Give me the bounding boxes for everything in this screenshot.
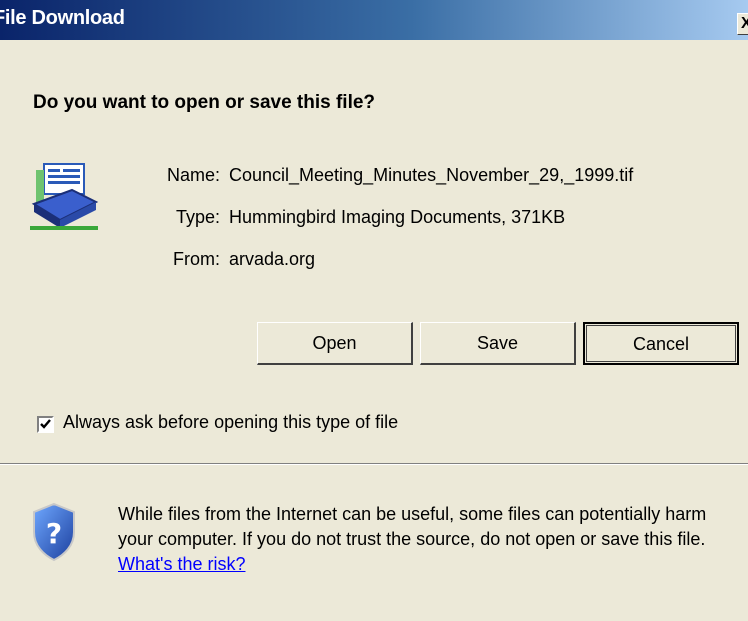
- type-label: Type:: [175, 207, 220, 227]
- svg-text:?: ?: [46, 517, 62, 550]
- save-button[interactable]: Save: [420, 322, 576, 365]
- file-source-value: arvada.org: [229, 249, 316, 269]
- window-title: File Download: [0, 7, 125, 29]
- divider: [0, 463, 748, 465]
- warning-text: While files from the Internet can be use…: [118, 504, 707, 549]
- security-warning: While files from the Internet can be use…: [118, 502, 743, 577]
- checkmark-icon: [40, 419, 51, 429]
- document-scanner-icon: [30, 163, 99, 230]
- close-button[interactable]: X: [737, 13, 748, 35]
- security-shield-question-icon: ?: [33, 502, 75, 562]
- title-bar[interactable]: File Download X: [0, 0, 748, 40]
- file-name-value: Council_Meeting_Minutes_November_29,_199…: [229, 165, 634, 185]
- file-download-dialog: File Download X Do you want to open or s…: [0, 0, 748, 621]
- name-label: Name:: [166, 165, 220, 185]
- from-label: From:: [173, 249, 220, 269]
- file-type-value: Hummingbird Imaging Documents, 371KB: [229, 207, 566, 227]
- open-button[interactable]: Open: [257, 322, 413, 365]
- dialog-question: Do you want to open or save this file?: [33, 92, 376, 113]
- always-ask-checkbox[interactable]: [37, 416, 54, 433]
- cancel-button[interactable]: Cancel: [583, 322, 739, 365]
- always-ask-label[interactable]: Always ask before opening this type of f…: [63, 412, 398, 433]
- whats-the-risk-link[interactable]: What's the risk?: [118, 554, 245, 574]
